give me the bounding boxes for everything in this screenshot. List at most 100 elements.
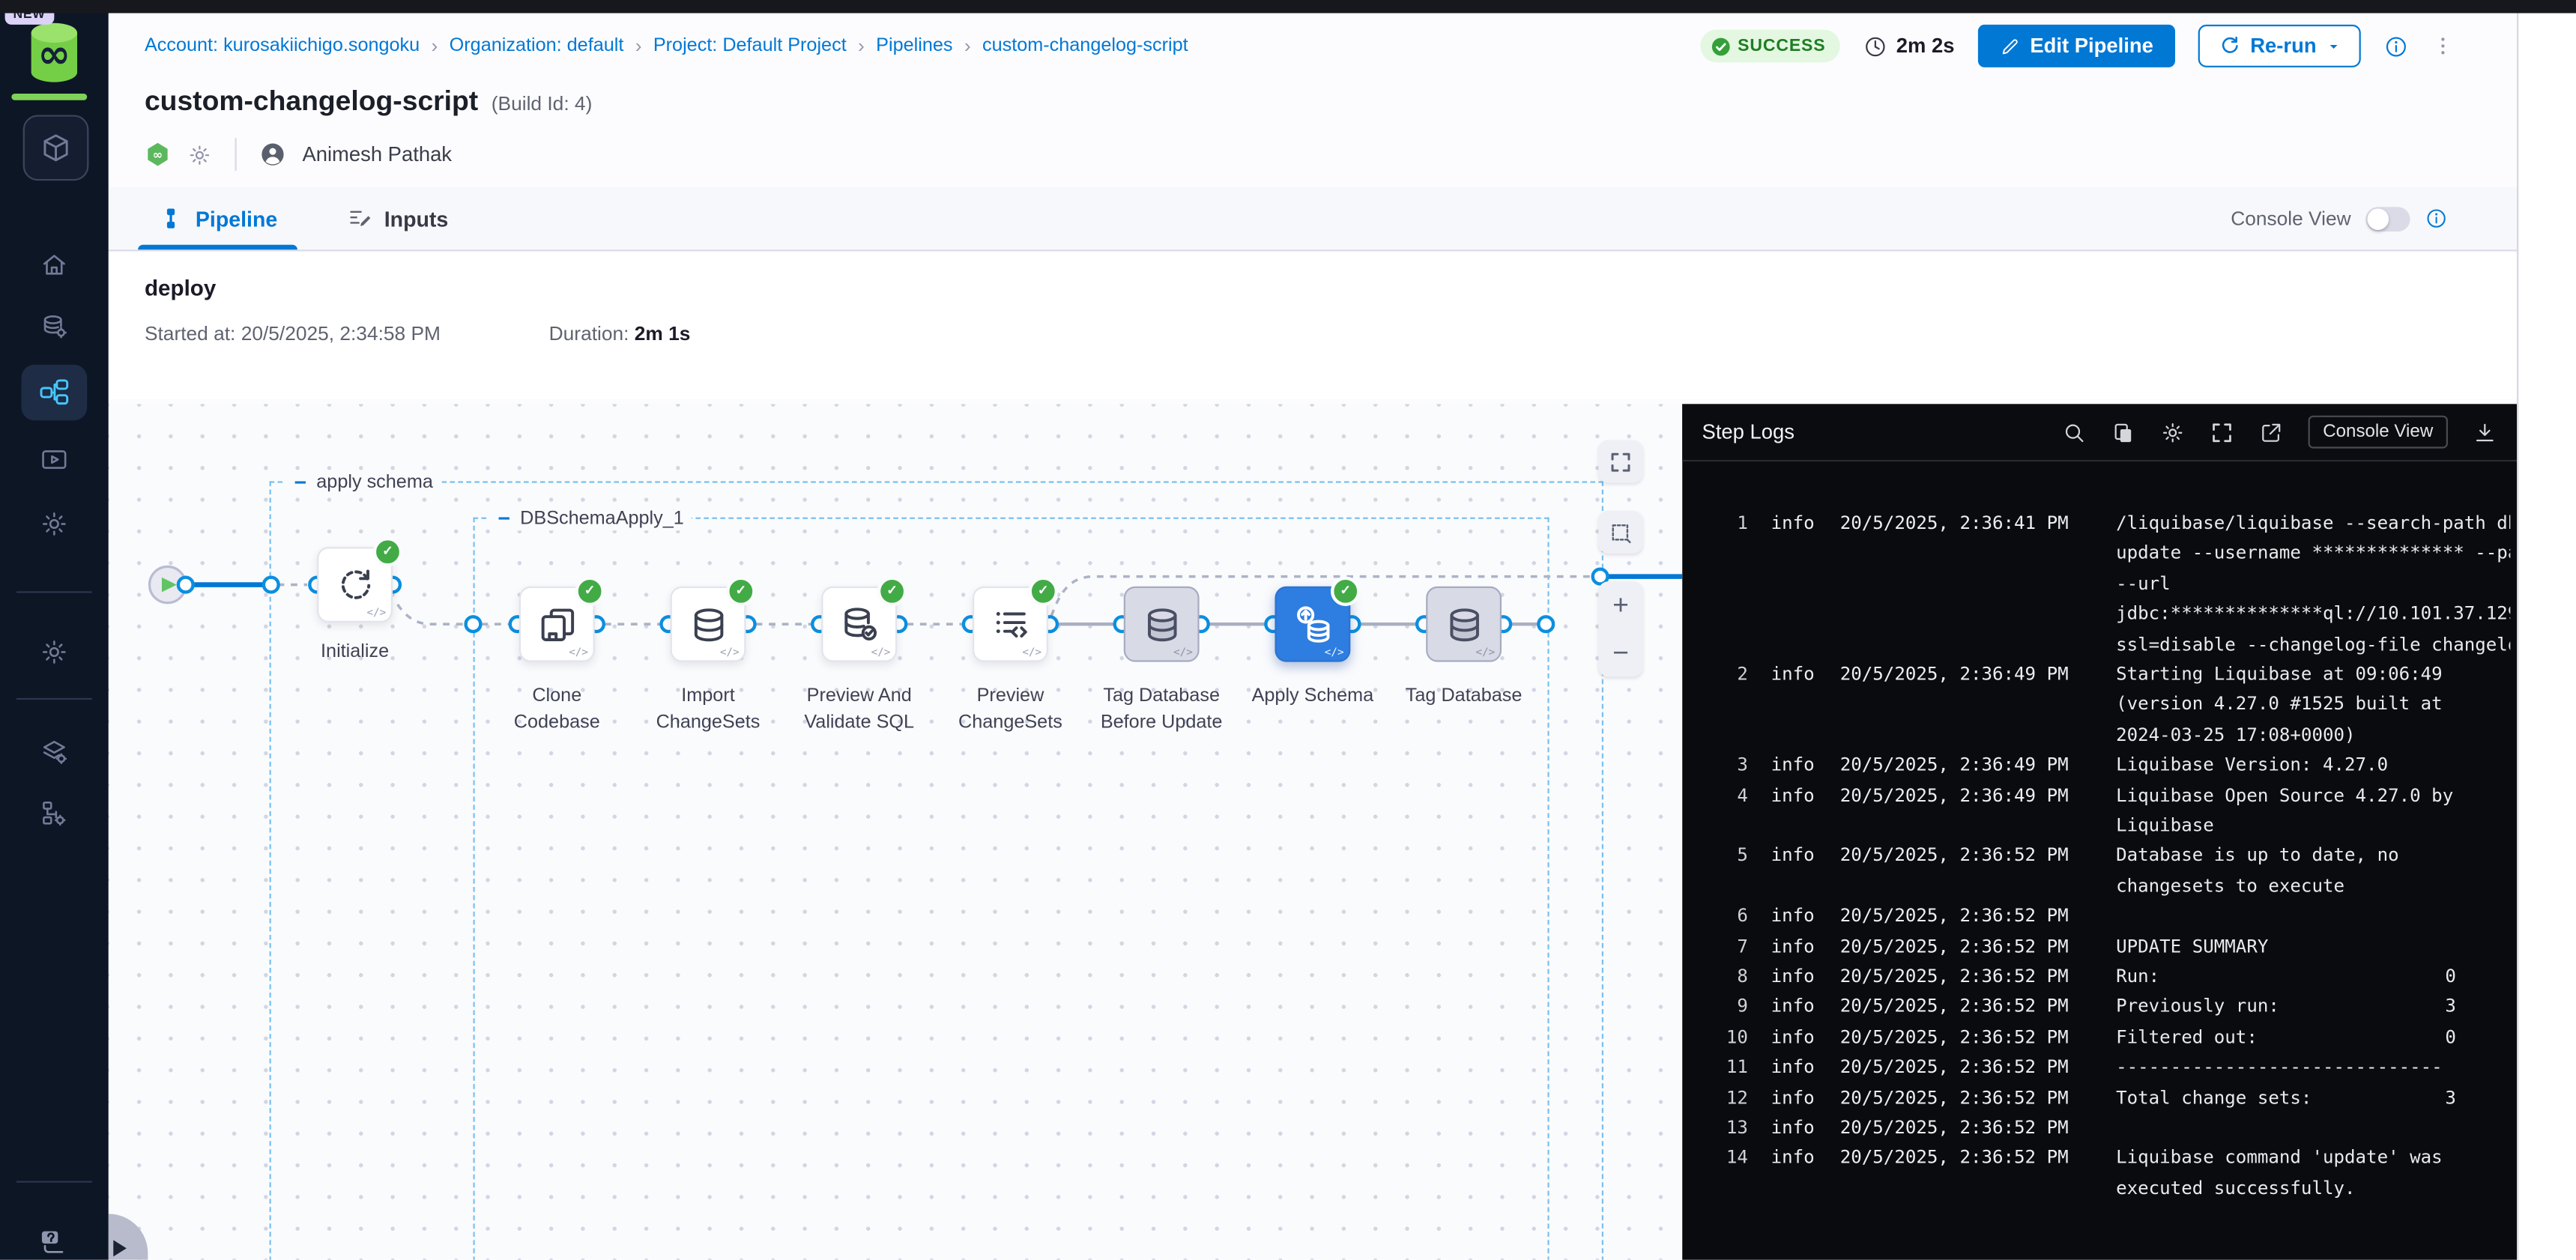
zoom-in-button[interactable]: + xyxy=(1598,581,1642,629)
elapsed-time-value: 2m 2s xyxy=(1896,34,1955,58)
code-icon: </> xyxy=(1325,646,1344,659)
elapsed-time: 2m 2s xyxy=(1863,34,1955,58)
pipeline-canvas[interactable]: − apply schema − DBSchemaApply_1 xyxy=(109,404,1683,1259)
harness-success-hexagon-icon: ∞ xyxy=(145,142,171,168)
breadcrumb-item[interactable]: Organization: default xyxy=(450,36,624,55)
help-chat-icon[interactable] xyxy=(36,1227,67,1256)
log-timestamp: 20/5/2025, 2:36:52 PM xyxy=(1840,963,2099,993)
log-message: Database is up to date, nochangesets to … xyxy=(2116,841,2510,902)
log-level: info xyxy=(1771,509,1821,539)
expand-arrow-icon[interactable] xyxy=(113,1240,127,1256)
graph-node-preview-and-validate-sql[interactable]: ✓</> xyxy=(821,587,897,662)
success-check-badge: ✓ xyxy=(373,537,402,566)
step-logs-body[interactable]: 1info20/5/2025, 2:36:41 PM/liquibase/liq… xyxy=(1682,460,2517,1260)
breadcrumb-item[interactable]: custom-changelog-script xyxy=(982,36,1188,55)
log-line: 7info20/5/2025, 2:36:52 PMUPDATE SUMMARY xyxy=(1682,932,2517,962)
graph-node-apply-schema[interactable]: ✓</> xyxy=(1275,587,1350,662)
sidebar-item-cube[interactable] xyxy=(23,115,89,181)
database-check-icon xyxy=(837,602,881,646)
log-level: info xyxy=(1771,1083,1821,1113)
code-icon: </> xyxy=(366,606,386,620)
sync-icon xyxy=(333,563,377,607)
rerun-icon xyxy=(2217,34,2240,58)
hierarchy-gear-icon xyxy=(40,799,69,828)
log-line: 2info20/5/2025, 2:36:49 PMStarting Liqui… xyxy=(1682,660,2517,751)
status-badge-label: SUCCESS xyxy=(1738,36,1825,55)
sidebar-item-executions[interactable] xyxy=(0,445,109,474)
log-line: 3info20/5/2025, 2:36:49 PMLiquibase Vers… xyxy=(1682,751,2517,781)
external-link-icon[interactable] xyxy=(2259,420,2284,444)
sidebar-item-home[interactable] xyxy=(0,249,109,279)
breadcrumb-item[interactable]: Pipelines xyxy=(876,36,952,55)
divider xyxy=(235,138,237,171)
canvas-marquee-button[interactable] xyxy=(1598,511,1642,554)
breadcrumb-item[interactable]: Account: kurosakiichigo.songoku xyxy=(145,36,420,55)
sidebar-item-hierarchy-gear[interactable] xyxy=(0,799,109,828)
database-filled-icon xyxy=(1442,602,1486,646)
log-message: Filtered out:0 xyxy=(2116,1023,2510,1052)
copy-icon[interactable] xyxy=(2111,420,2135,444)
graph-node-preview-changesets[interactable]: ✓</> xyxy=(973,587,1048,662)
log-message: Starting Liquibase at 09:06:49(version 4… xyxy=(2116,660,2510,751)
tab-inputs[interactable]: Inputs xyxy=(333,187,462,249)
rerun-button[interactable]: Re-run xyxy=(2198,25,2361,67)
log-level: info xyxy=(1771,1113,1821,1143)
log-line-number: 10 xyxy=(1718,1023,1747,1052)
author-name: Animesh Pathak xyxy=(302,143,452,166)
step-logs-tools: Console View xyxy=(2062,416,2497,449)
zoom-out-button[interactable]: − xyxy=(1598,629,1642,677)
download-icon[interactable] xyxy=(2473,420,2497,444)
tab-pipeline[interactable]: Pipeline xyxy=(145,187,291,249)
pipeline-tab-icon xyxy=(157,205,184,231)
graph-node-label: Initialize xyxy=(256,639,453,665)
log-line-number: 11 xyxy=(1718,1053,1747,1083)
pencil-icon xyxy=(1999,35,2021,57)
svg-text:∞: ∞ xyxy=(153,148,163,162)
log-level: info xyxy=(1771,841,1821,871)
logs-console-view-button[interactable]: Console View xyxy=(2308,416,2448,449)
fullscreen-icon[interactable] xyxy=(2210,420,2234,444)
log-level: info xyxy=(1771,781,1821,811)
gear-icon[interactable] xyxy=(2160,420,2185,444)
sidebar-item-gear[interactable] xyxy=(0,637,109,667)
kebab-menu-icon[interactable] xyxy=(2431,29,2455,62)
log-timestamp: 20/5/2025, 2:36:52 PM xyxy=(1840,902,2099,932)
graph-node-initialize[interactable]: ✓</> xyxy=(317,547,393,623)
graph-node-tag-database[interactable]: </> xyxy=(1426,587,1502,662)
graph-node-clone-codebase[interactable]: ✓</> xyxy=(519,587,595,662)
log-timestamp: 20/5/2025, 2:36:52 PM xyxy=(1840,993,2099,1023)
step-logs-panel: Step Logs Console View 1info20/5/2025, 2… xyxy=(1682,404,2517,1259)
graph-node-import-changesets[interactable]: ✓</> xyxy=(671,587,746,662)
gear-icon[interactable] xyxy=(187,142,212,167)
graph-node-tag-database-before-update[interactable]: </> xyxy=(1124,587,1200,662)
info-icon[interactable] xyxy=(2425,207,2448,230)
search-icon[interactable] xyxy=(2062,420,2087,444)
sidebar-item-gear[interactable] xyxy=(0,509,109,539)
log-level: info xyxy=(1771,963,1821,993)
browser-top-strip xyxy=(0,0,2576,13)
log-message xyxy=(2116,902,2510,932)
log-line: 13info20/5/2025, 2:36:52 PM xyxy=(1682,1113,2517,1143)
breadcrumb-item[interactable]: Project: Default Project xyxy=(653,36,847,55)
page-scrollbar[interactable] xyxy=(2517,13,2576,1260)
sidebar-item-pipelines[interactable] xyxy=(22,365,88,421)
canvas-fullscreen-button[interactable] xyxy=(1598,440,1642,483)
info-icon[interactable] xyxy=(2383,34,2408,58)
sidebar-item-database-gear[interactable] xyxy=(0,312,109,342)
log-message: Liquibase Version: 4.27.0 xyxy=(2116,751,2510,781)
sidebar-item-layers-gear[interactable] xyxy=(0,737,109,766)
success-check-badge: ✓ xyxy=(575,577,604,606)
code-icon: </> xyxy=(569,646,588,659)
success-check-badge: ✓ xyxy=(1331,577,1360,606)
log-line-number: 4 xyxy=(1718,781,1747,811)
database-gear-icon xyxy=(40,312,69,342)
edit-pipeline-button[interactable]: Edit Pipeline xyxy=(1977,25,2174,67)
console-view-toggle[interactable] xyxy=(2365,206,2410,231)
log-timestamp: 20/5/2025, 2:36:52 PM xyxy=(1840,1144,2099,1174)
log-line-number: 5 xyxy=(1718,841,1747,871)
code-icon: </> xyxy=(1022,646,1041,659)
code-icon: </> xyxy=(1173,646,1193,659)
step-logs-header: Step Logs Console View xyxy=(1682,404,2517,461)
database-infinity-logo[interactable]: ∞ xyxy=(18,16,90,88)
stage-duration: Duration: 2m 1s xyxy=(549,322,691,345)
